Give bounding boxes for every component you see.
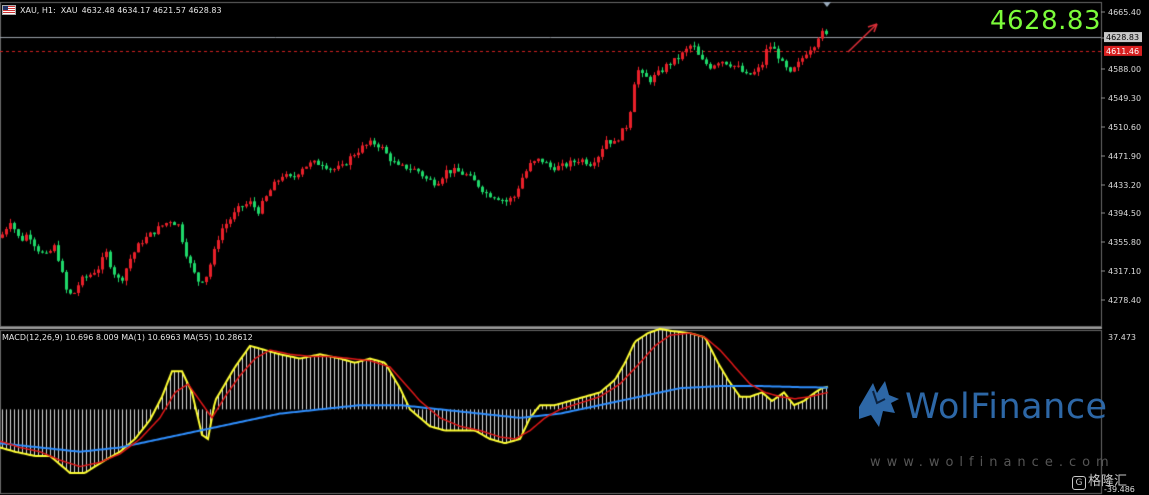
watermark: WolFinance www.wolfinance.com bbox=[855, 377, 1125, 470]
wolf-logo-icon bbox=[859, 381, 899, 427]
corner-text: 格隆汇 bbox=[1088, 474, 1128, 489]
corner-watermark: G 格隆汇 bbox=[1072, 470, 1127, 490]
us-flag-icon bbox=[2, 5, 16, 15]
watermark-brand: WolFinance bbox=[905, 387, 1108, 427]
ohlc-values: 4632.48 4634.17 4621.57 4628.83 bbox=[81, 5, 222, 15]
current-price: 4628.83 bbox=[989, 6, 1101, 36]
chart-header: XAU, H1: XAU 4632.48 4634.17 4621.57 462… bbox=[2, 5, 222, 15]
symbol-label: XAU, H1: XAU bbox=[20, 5, 78, 15]
macd-header: MACD(12,26,9) 10.696 8.009 MA(1) 10.6963… bbox=[2, 333, 253, 342]
watermark-url: www.wolfinance.com bbox=[870, 455, 1115, 470]
g-logo-icon: G bbox=[1072, 476, 1086, 490]
